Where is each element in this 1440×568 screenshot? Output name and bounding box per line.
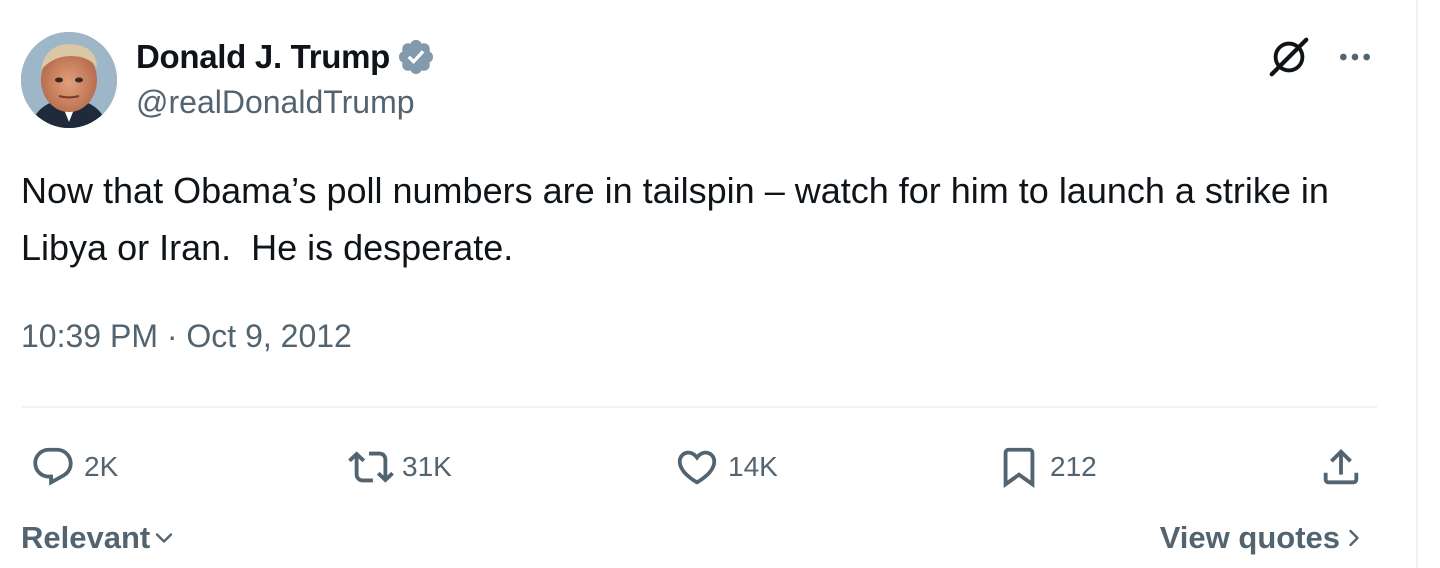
sort-label: Relevant (21, 520, 151, 555)
sort-relevant-dropdown[interactable]: Relevant (21, 520, 178, 556)
view-quotes-label: View quotes (1159, 520, 1340, 555)
repost-count: 31K (402, 451, 452, 482)
chevron-right-icon (1349, 529, 1359, 547)
column-border (1416, 0, 1418, 568)
author-display-name[interactable]: Donald J. Trump (136, 38, 390, 76)
reply-button[interactable]: 2K (30, 440, 118, 494)
grok-icon (1269, 37, 1309, 77)
avatar[interactable] (21, 32, 117, 128)
divider (21, 406, 1377, 408)
tweet-detail: Donald J. Trump @realDonaldTrump Now tha… (0, 0, 1440, 568)
view-quotes-link[interactable]: View quotes (1160, 520, 1368, 556)
like-button[interactable]: 14K (674, 440, 778, 494)
share-icon (1323, 448, 1359, 485)
grok-button[interactable] (1264, 32, 1314, 82)
like-count: 14K (728, 451, 778, 482)
tweet-timestamp[interactable]: 10:39 PM · Oct 9, 2012 (21, 318, 352, 355)
author-name-row: Donald J. Trump (136, 36, 436, 78)
repost-icon (348, 451, 394, 483)
share-button[interactable] (1314, 440, 1368, 494)
reply-count: 2K (84, 451, 119, 482)
author-handle[interactable]: @realDonaldTrump (136, 84, 415, 121)
chevron-down-icon (156, 533, 173, 543)
avatar-image (21, 32, 117, 128)
more-dots-icon (1340, 53, 1370, 61)
bookmark-icon (1003, 447, 1035, 488)
verified-badge-icon[interactable] (396, 37, 436, 77)
more-options-button[interactable] (1330, 32, 1380, 82)
repost-button[interactable]: 31K (348, 440, 452, 494)
bookmark-button[interactable]: 212 (996, 440, 1097, 494)
heart-icon (677, 450, 717, 485)
reply-icon (33, 447, 73, 486)
tweet-text: Now that Obama’s poll numbers are in tai… (21, 170, 1339, 268)
bookmark-count: 212 (1050, 451, 1097, 482)
